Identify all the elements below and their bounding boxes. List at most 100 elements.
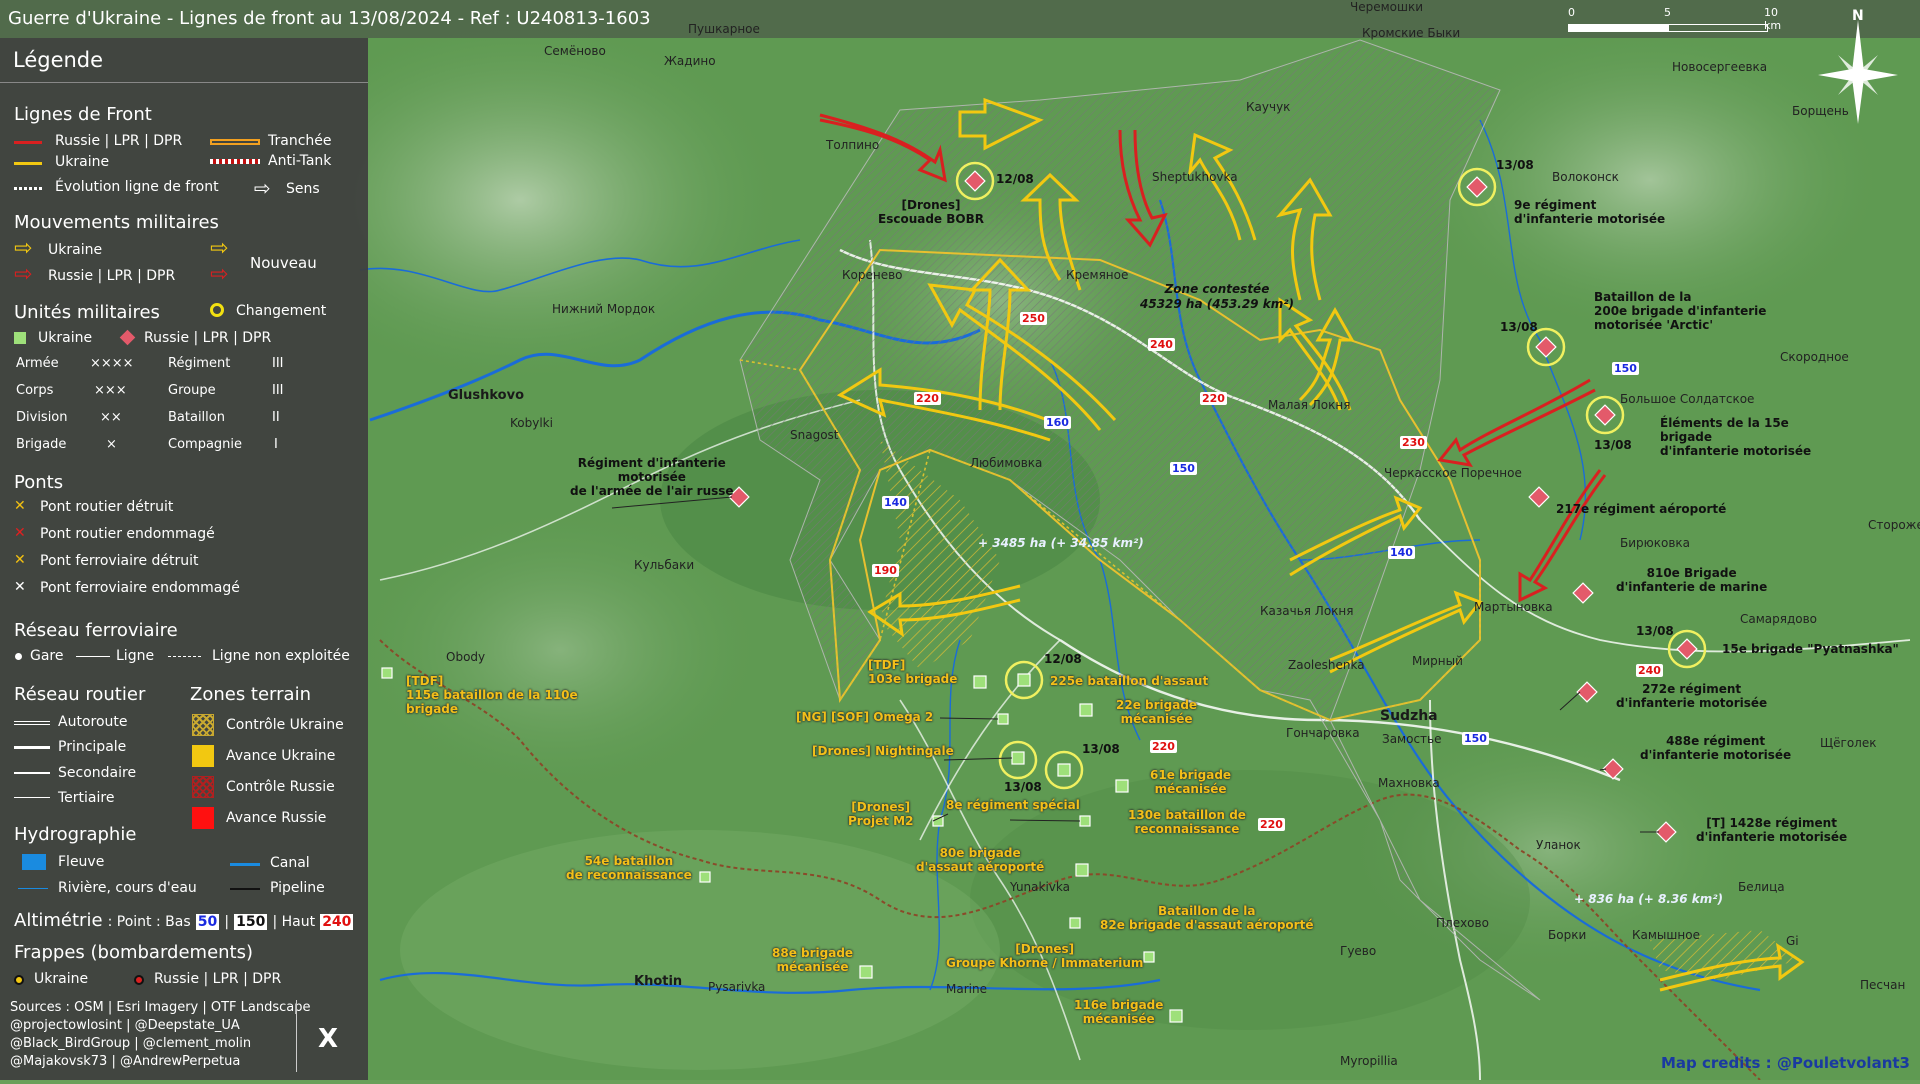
ukrainian-unit-date: 13/08 (1082, 742, 1120, 756)
ukrainian-unit-label: 80e brigade d'assaut aéroporté (916, 846, 1044, 874)
town-label: Уланок (1536, 838, 1581, 852)
russian-unit-label: [Drones] Escouade BOBR (878, 198, 984, 226)
legend-units-heading: Unités militaires (14, 302, 160, 323)
town-label: Большое Солдатское (1620, 392, 1755, 406)
legend-hydro-heading: Hydrographie (14, 824, 137, 845)
town-label: Волоконск (1552, 170, 1619, 184)
unit-line: 810e Brigade (1646, 566, 1737, 580)
legend-units-ukraine: Ukraine (38, 330, 93, 346)
unit-line: d'assaut aéroporté (916, 860, 1045, 874)
unit-line: 116e brigade (1074, 998, 1164, 1012)
town-label: Sheptukhovka (1152, 170, 1238, 184)
town-label: Marine (946, 982, 987, 996)
town-label: Черемошки (1350, 0, 1424, 14)
town-label: Казачья Локня (1260, 604, 1354, 618)
unit-row-name: Brigade (16, 437, 67, 452)
unit-line: d'infanterie motorisée (1696, 830, 1848, 844)
town-label: Черкасское Поречное (1384, 466, 1522, 480)
legend-hydro-stream: Rivière, cours d'eau (58, 880, 197, 896)
town-label: Khotin (634, 974, 683, 989)
altimetry-text: : Point : Bas (107, 914, 191, 930)
unit-line: mécanisée (776, 960, 849, 974)
russia-advance-swatch (192, 807, 214, 829)
source-line: @Black_BirdGroup | @clement_molin (10, 1036, 252, 1051)
legend-strikes-ukraine: Ukraine (34, 971, 89, 987)
altitude-point: 220 (1258, 818, 1285, 831)
altitude-point: 250 (1020, 312, 1047, 325)
unit-line: 82e brigade d'assaut aéroporté (1100, 918, 1314, 932)
canal-swatch (230, 863, 260, 866)
ukrainian-unit-label: 130e bataillon de reconnaissance (1128, 808, 1246, 836)
ukrainian-unit-label: [Drones] Groupe Khorne / Immaterium (946, 942, 1143, 970)
legend-panel: Légende Lignes de Front Russie | LPR | D… (0, 38, 368, 1080)
legend-title: Légende (13, 48, 104, 72)
unit-line: d'infanterie motorisée (1616, 696, 1768, 710)
town-label: Любимовка (970, 456, 1043, 470)
altitude-point: 140 (882, 496, 909, 509)
x-logo-icon: X (318, 1024, 339, 1054)
station-icon (15, 653, 22, 660)
unit-line: 54e bataillon (584, 854, 674, 868)
unit-row-symbol2: I (274, 437, 278, 452)
unit-line: 130e bataillon de (1128, 808, 1246, 822)
town-label: Борки (1548, 928, 1587, 942)
ukrainian-unit-label: [NG] [SOF] Omega 2 (796, 710, 934, 724)
unit-row-name2: Compagnie (168, 437, 243, 452)
ukrainian-unit-label: 54e bataillon de reconnaissance (566, 854, 692, 882)
russian-unit-label: Bataillon de la 200e brigade d'infanteri… (1594, 290, 1766, 332)
unit-line: [Drones] (901, 198, 961, 212)
evolution-swatch (14, 187, 42, 190)
town-label: Малая Локня (1268, 398, 1351, 412)
unit-line: mécanisée (1154, 782, 1227, 796)
town-label: Gi (1786, 934, 1799, 948)
unit-line: Régiment d'infanterie (577, 456, 726, 470)
bridge-item-label: Pont routier endommagé (40, 526, 215, 542)
town-label: Песчан (1860, 978, 1906, 992)
rail-bridge-damaged-icon: ✕ (14, 579, 26, 595)
unit-line: brigade (406, 702, 459, 716)
legend-movement-ukraine: Ukraine (48, 242, 103, 258)
russia-control-swatch (192, 776, 214, 798)
town-label: Кульбаки (634, 558, 695, 572)
russian-unit-label: Éléments de la 15e brigade d'infanterie … (1660, 416, 1811, 458)
russian-unit-label: 272e régiment d'infanterie motorisée (1616, 682, 1767, 710)
altitude-point: 150 (1462, 732, 1489, 745)
ukrainian-unit-label: Bataillon de la 82e brigade d'assaut aér… (1100, 904, 1313, 932)
town-label: Борщень (1792, 104, 1849, 118)
unit-line: 9e régiment (1514, 198, 1597, 212)
town-label: Толпино (826, 138, 880, 152)
unit-row-name: Corps (16, 383, 54, 398)
legend-evolution: Évolution ligne de front (55, 179, 219, 195)
russian-unit-date: 13/08 (1636, 624, 1674, 638)
trench-swatch (210, 139, 260, 145)
unit-line: [Drones] (851, 800, 911, 814)
unit-line: Projet M2 (848, 814, 914, 828)
town-label: Бирюковка (1620, 536, 1691, 550)
unit-row-symbol: ×× (100, 410, 122, 425)
legend-trench: Tranchée (268, 133, 332, 149)
road-bridge-destroyed-icon: ✕ (14, 498, 26, 514)
source-line: @projectowlosint | @Deepstate_UA (10, 1018, 240, 1033)
town-label: Семёново (544, 44, 606, 58)
altitude-point: 140 (1388, 546, 1415, 559)
town-label: Kobylki (510, 416, 553, 430)
town-label: Щёголек (1820, 736, 1877, 750)
source-line: @Majakovsk73 | @AndrewPerpetua (10, 1054, 241, 1069)
legend-roads-heading: Réseau routier (14, 684, 146, 705)
direction-arrow-icon: ⇨ (254, 176, 271, 200)
town-label: Белица (1738, 880, 1785, 894)
ukrainian-unit-label: [Drones] Nightingale (812, 744, 954, 758)
zone-line: 45329 ha (453.29 km²) (1140, 297, 1294, 311)
russia-unit-icon (119, 329, 136, 346)
altitude-point: 230 (1400, 436, 1427, 449)
town-label: Жадино (664, 54, 716, 68)
map-title: Guerre d'Ukraine - Lignes de front au 13… (8, 8, 651, 29)
rail-unused-swatch (168, 656, 202, 657)
legend-movement-russia: Russie | LPR | DPR (48, 268, 176, 284)
ukraine-advance-area-label: + 3485 ha (+ 34.85 km²) (978, 536, 1144, 550)
unit-line: d'infanterie motorisée (1640, 748, 1792, 762)
unit-line: 488e régiment (1666, 734, 1766, 748)
antitank-swatch (210, 159, 260, 164)
town-label: Замостье (1382, 732, 1442, 746)
zone-item-label: Avance Russie (226, 810, 327, 826)
